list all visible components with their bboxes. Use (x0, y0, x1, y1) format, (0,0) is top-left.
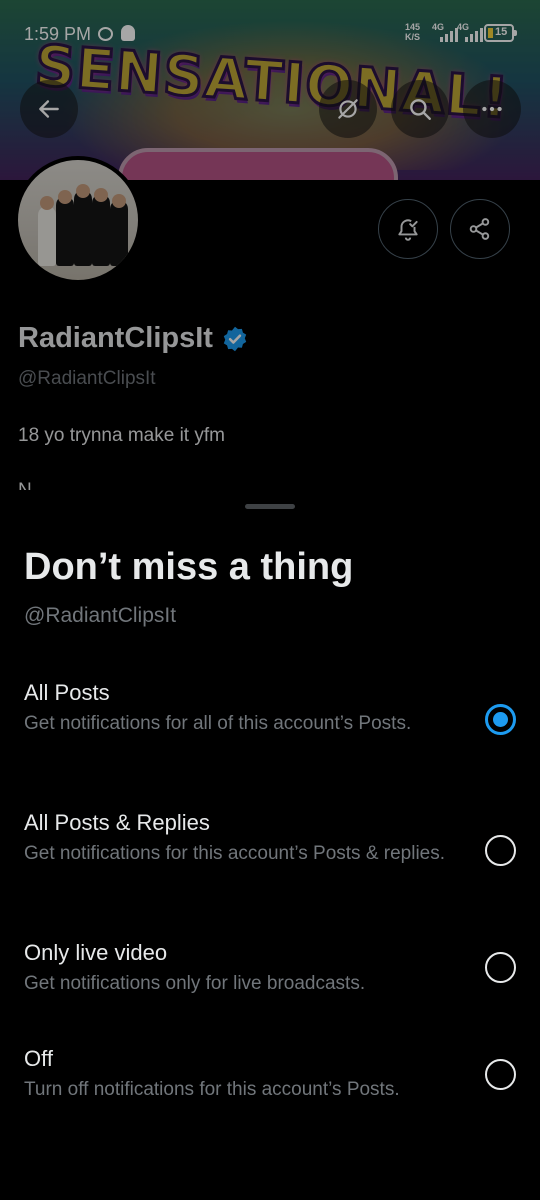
radio-all-posts[interactable] (485, 704, 516, 735)
option-label: All Posts (24, 680, 110, 705)
option-all-posts-replies[interactable]: All Posts & Replies Get notifications fo… (0, 810, 540, 890)
option-description: Get notifications for all of this accoun… (24, 713, 412, 734)
option-only-live-video[interactable]: Only live video Get notifications only f… (0, 940, 540, 1000)
option-off[interactable]: Off Turn off notifications for this acco… (0, 1046, 540, 1106)
option-label: All Posts & Replies (24, 810, 210, 835)
sheet-account-handle: @RadiantClipsIt (24, 604, 177, 627)
radio-off[interactable] (485, 1059, 516, 1090)
option-label: Off (24, 1046, 53, 1071)
radio-all-posts-replies[interactable] (485, 835, 516, 866)
sheet-drag-handle[interactable] (245, 504, 295, 509)
option-label: Only live video (24, 940, 168, 965)
notification-bottom-sheet: Don’t miss a thing @RadiantClipsIt All P… (0, 490, 540, 1200)
option-all-posts[interactable]: All Posts Get notifications for all of t… (0, 680, 540, 760)
radio-only-live-video[interactable] (485, 952, 516, 983)
sheet-title: Don’t miss a thing (24, 546, 354, 588)
option-description: Get notifications only for live broadcas… (24, 973, 366, 994)
option-description: Get notifications for this account’s Pos… (24, 843, 446, 864)
option-description: Turn off notifications for this account’… (24, 1079, 400, 1100)
